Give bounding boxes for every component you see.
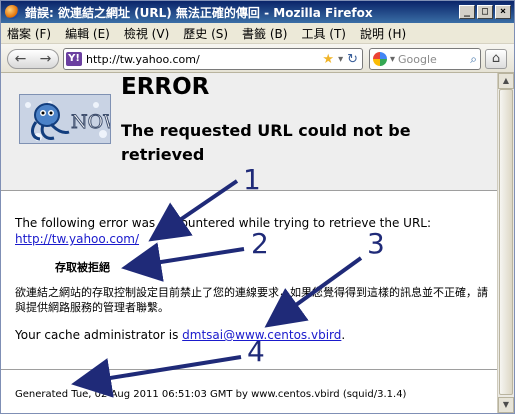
error-subtitle: The requested URL could not be retrieved [121, 121, 411, 164]
error-title: ERROR [121, 74, 210, 100]
menu-edit[interactable]: 編輯 (E) [65, 25, 110, 42]
home-button[interactable]: ⌂ [485, 49, 507, 69]
search-icon[interactable]: ⌕ [470, 52, 477, 67]
cache-admin-prefix: Your cache administrator is [15, 328, 179, 342]
close-button[interactable]: × [495, 5, 511, 19]
requested-url-link[interactable]: http://tw.yahoo.com/ [15, 232, 139, 246]
squid-logo: NOW [19, 94, 111, 144]
menu-file[interactable]: 檔案 (F) [7, 25, 51, 42]
address-dropdown-icon[interactable]: ▾ [338, 54, 343, 65]
menu-view[interactable]: 檢視 (V) [124, 25, 169, 42]
window-controls: _ □ × [459, 5, 511, 19]
page-content: NOW ERROR The requested URL could not be… [1, 73, 497, 413]
search-input[interactable]: Google [398, 53, 467, 66]
back-icon[interactable]: ← [11, 50, 31, 68]
cache-admin-line: Your cache administrator is dmtsai@www.c… [15, 328, 345, 342]
browser-window: 錯誤: 欲連結之網址 (URL) 無法正確的傳回 - Mozilla Firef… [0, 0, 515, 414]
svg-text:NOW: NOW [71, 111, 111, 133]
address-bar[interactable]: Y! http://tw.yahoo.com/ ★ ▾ ↻ [63, 48, 363, 70]
menu-bookmarks[interactable]: 書籤 (B) [242, 25, 287, 42]
menu-bar: 檔案 (F) 編輯 (E) 檢視 (V) 歷史 (S) 書籤 (B) 工具 (T… [1, 23, 514, 43]
address-input[interactable]: http://tw.yahoo.com/ [86, 53, 318, 66]
forward-icon[interactable]: → [36, 50, 56, 68]
scroll-down-arrow-icon[interactable]: ▼ [498, 397, 514, 413]
footer-divider [1, 369, 497, 370]
yahoo-site-icon: Y! [66, 52, 82, 66]
generated-footer: Generated Tue, 02 Aug 2011 06:51:03 GMT … [15, 389, 407, 400]
cache-admin-email[interactable]: dmtsai@www.centos.vbird [182, 328, 341, 342]
menu-help[interactable]: 說明 (H) [360, 25, 406, 42]
access-denied-label: 存取被拒絕 [55, 261, 110, 274]
scroll-thumb[interactable] [499, 89, 513, 395]
scroll-up-arrow-icon[interactable]: ▲ [498, 73, 514, 89]
window-title: 錯誤: 欲連結之網址 (URL) 無法正確的傳回 - Mozilla Firef… [25, 5, 373, 20]
back-forward-group: ← → [7, 49, 59, 69]
vertical-scrollbar[interactable]: ▲ ▼ [497, 73, 514, 413]
bookmark-star-icon[interactable]: ★ [322, 52, 334, 67]
firefox-icon [5, 5, 19, 19]
search-engine-dropdown-icon[interactable]: ▾ [390, 54, 395, 65]
access-denied-message: 欲連結之網站的存取控制設定目前禁止了您的連線要求，如果您覺得得到這樣的訊息並不正… [15, 286, 488, 314]
error-intro: The following error was encountered whil… [15, 216, 432, 230]
menu-history[interactable]: 歷史 (S) [183, 25, 228, 42]
search-bar[interactable]: ▾ Google ⌕ [369, 48, 481, 70]
minimize-button[interactable]: _ [459, 5, 475, 19]
google-icon[interactable] [373, 52, 387, 66]
menu-tools[interactable]: 工具 (T) [301, 25, 346, 42]
maximize-button[interactable]: □ [477, 5, 493, 19]
cache-admin-suffix: . [341, 328, 346, 342]
error-header-band: NOW ERROR The requested URL could not be… [1, 73, 497, 191]
reload-icon[interactable]: ↻ [347, 52, 358, 67]
navigation-toolbar: ← → Y! http://tw.yahoo.com/ ★ ▾ ↻ ▾ Goog… [1, 43, 514, 73]
title-bar: 錯誤: 欲連結之網址 (URL) 無法正確的傳回 - Mozilla Firef… [1, 1, 514, 23]
